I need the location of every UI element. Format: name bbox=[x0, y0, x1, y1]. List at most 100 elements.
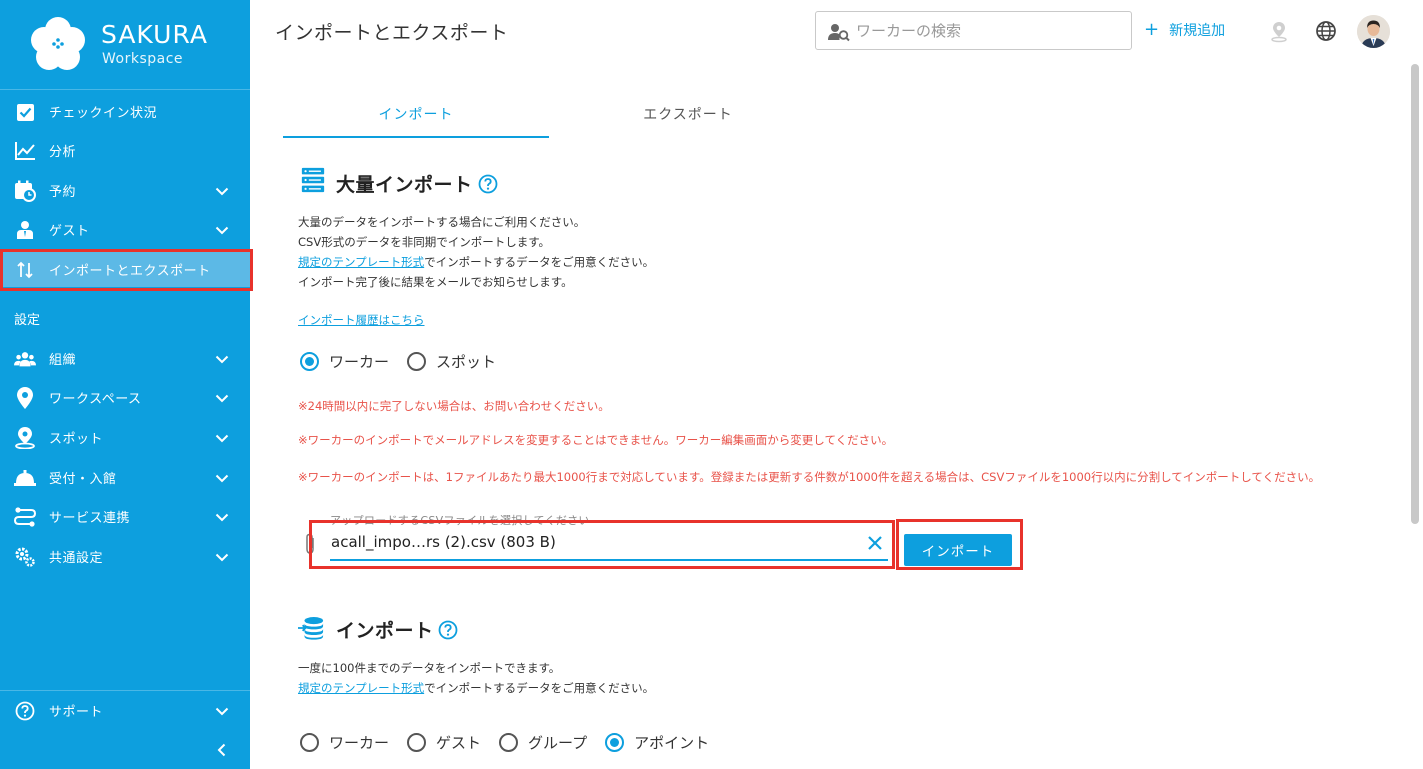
radio-unchecked[interactable] bbox=[407, 352, 427, 371]
sidebar-item-organization[interactable]: 組織 bbox=[0, 340, 250, 376]
help-circle-icon[interactable] bbox=[438, 620, 458, 640]
import-history-link[interactable]: インポート履歴はこちら bbox=[298, 313, 425, 327]
import-database-icon bbox=[298, 617, 324, 640]
file-select-label: アップロードするCSVファイルを選択してください bbox=[330, 514, 590, 527]
sidebar-item-workspace[interactable]: ワークスペース bbox=[0, 379, 250, 415]
template-format-link[interactable]: 規定のテンプレート形式 bbox=[298, 255, 424, 269]
radio-unchecked[interactable] bbox=[407, 733, 427, 752]
description-line: 規定のテンプレート形式でインポートするデータをご用意ください。 bbox=[298, 252, 654, 272]
description-text: でインポートするデータをご用意ください。 bbox=[424, 681, 655, 695]
sidebar-item-guest[interactable]: ゲスト bbox=[0, 211, 250, 247]
brand-sub: Workspace bbox=[102, 51, 184, 67]
radio-label: アポイント bbox=[634, 734, 710, 752]
reception-bell-icon bbox=[14, 467, 36, 489]
sidebar-item-label: 分析 bbox=[49, 144, 77, 160]
sidebar-item-label: スポット bbox=[49, 431, 104, 447]
radio-guest[interactable]: ゲスト bbox=[407, 732, 481, 753]
radio-label: ワーカー bbox=[329, 353, 390, 371]
bulk-import-button[interactable]: インポート bbox=[904, 534, 1012, 566]
help-circle-icon[interactable] bbox=[478, 174, 498, 194]
divider bbox=[0, 690, 250, 691]
sidebar-item-import-export[interactable]: インポートとエクスポート bbox=[0, 251, 250, 287]
spot-pin-icon bbox=[14, 427, 36, 449]
close-icon[interactable] bbox=[866, 534, 884, 552]
description-line: 大量のデータをインポートする場合にご利用ください。 bbox=[298, 215, 586, 229]
chevron-down-icon bbox=[215, 553, 229, 562]
radio-unchecked[interactable] bbox=[499, 733, 519, 752]
sidebar-item-analysis[interactable]: 分析 bbox=[0, 132, 250, 168]
sidebar-item-service-integration[interactable]: サービス連携 bbox=[0, 498, 250, 534]
radio-spot[interactable]: スポット bbox=[407, 351, 496, 372]
radio-group[interactable]: グループ bbox=[499, 732, 587, 753]
user-avatar-icon bbox=[1357, 15, 1390, 48]
user-search-icon bbox=[828, 24, 850, 42]
sidebar-item-label: 共通設定 bbox=[49, 550, 104, 566]
sidebar-item-reception[interactable]: 受付・入館 bbox=[0, 459, 250, 495]
sidebar-item-label: 組織 bbox=[49, 352, 77, 368]
calendar-clock-icon bbox=[14, 180, 36, 202]
sidebar-item-checkin[interactable]: チェックイン状況 bbox=[0, 93, 250, 129]
chevron-down-icon bbox=[215, 394, 229, 403]
bulk-description: 大量のデータをインポートする場合にご利用ください。 CSV形式のデータを非同期で… bbox=[298, 212, 654, 292]
paperclip-icon[interactable] bbox=[303, 533, 317, 555]
csv-file-input[interactable]: acall_impo…rs (2).csv (803 B) bbox=[330, 531, 888, 561]
add-new-button[interactable]: + 新規追加 bbox=[1144, 20, 1225, 40]
chevron-down-icon bbox=[215, 707, 229, 716]
avatar[interactable] bbox=[1357, 15, 1390, 48]
template-format-link[interactable]: 規定のテンプレート形式 bbox=[298, 681, 424, 695]
radio-label: グループ bbox=[528, 734, 588, 752]
description-line: 規定のテンプレート形式でインポートするデータをご用意ください。 bbox=[298, 678, 654, 698]
search-input[interactable] bbox=[856, 20, 1116, 42]
radio-worker[interactable]: ワーカー bbox=[300, 732, 389, 753]
sidebar-item-label: 受付・入館 bbox=[49, 471, 117, 487]
plus-icon: + bbox=[1144, 19, 1160, 40]
brand-name: SAKURA bbox=[101, 20, 208, 49]
radio-appoint[interactable]: アポイント bbox=[605, 732, 709, 753]
sidebar-item-label: チェックイン状況 bbox=[49, 105, 158, 121]
import-target-radio-group: ワーカー ゲスト グループ アポイント bbox=[300, 732, 727, 753]
chevron-down-icon bbox=[215, 226, 229, 235]
history-link-row: インポート履歴はこちら bbox=[298, 310, 425, 330]
radio-checked[interactable] bbox=[605, 733, 625, 752]
sidebar-item-support[interactable]: サポート bbox=[0, 692, 250, 728]
sidebar-item-common-settings[interactable]: 共通設定 bbox=[0, 538, 250, 574]
sidebar-item-label: ゲスト bbox=[49, 223, 90, 239]
line-chart-icon bbox=[14, 140, 36, 162]
add-new-label: 新規追加 bbox=[1169, 23, 1226, 39]
globe-icon[interactable] bbox=[1315, 20, 1337, 42]
radio-label: ゲスト bbox=[436, 734, 482, 752]
radio-worker[interactable]: ワーカー bbox=[300, 351, 389, 372]
gears-icon bbox=[14, 546, 36, 568]
settings-section-label: 設定 bbox=[14, 313, 41, 328]
brand[interactable]: SAKURA Workspace bbox=[0, 0, 250, 90]
checkbox-icon bbox=[14, 101, 36, 123]
warning-email-change: ※ワーカーのインポートでメールアドレスを変更することはできません。ワーカー編集画… bbox=[298, 433, 894, 447]
radio-label: スポット bbox=[436, 353, 497, 371]
chevron-down-icon bbox=[215, 474, 229, 483]
import-title: インポート bbox=[336, 620, 434, 642]
description-line: CSV形式のデータを非同期でインポートします。 bbox=[298, 235, 551, 249]
radio-checked[interactable] bbox=[300, 352, 319, 371]
help-circle-icon bbox=[14, 700, 36, 722]
sakura-logo-icon bbox=[31, 17, 85, 70]
collapse-sidebar-icon[interactable] bbox=[214, 742, 230, 758]
worker-search-box[interactable] bbox=[815, 11, 1132, 50]
sidebar-item-label: 予約 bbox=[49, 184, 77, 200]
chevron-down-icon bbox=[215, 355, 229, 364]
description-text: でインポートするデータをご用意ください。 bbox=[424, 255, 655, 269]
description-line: インポート完了後に結果をメールでお知らせします。 bbox=[298, 275, 573, 289]
people-icon bbox=[14, 348, 36, 370]
location-pin-icon[interactable] bbox=[1268, 21, 1290, 43]
radio-unchecked[interactable] bbox=[300, 733, 319, 752]
sidebar-item-label: サービス連携 bbox=[49, 510, 131, 526]
sidebar: SAKURA Workspace チェックイン状況 分析 予約 ゲスト インポー… bbox=[0, 0, 253, 769]
sidebar-item-spot[interactable]: スポット bbox=[0, 419, 250, 455]
sidebar-item-reservation[interactable]: 予約 bbox=[0, 172, 250, 208]
active-tab-indicator bbox=[283, 136, 549, 138]
scrollbar[interactable] bbox=[1411, 64, 1419, 524]
page-title: インポートとエクスポート bbox=[275, 22, 509, 44]
tab-export[interactable]: エクスポート bbox=[555, 104, 821, 124]
tab-import[interactable]: インポート bbox=[283, 104, 549, 124]
bulk-target-radio-group: ワーカー スポット bbox=[300, 351, 514, 372]
bulk-import-title: 大量インポート bbox=[336, 174, 473, 196]
